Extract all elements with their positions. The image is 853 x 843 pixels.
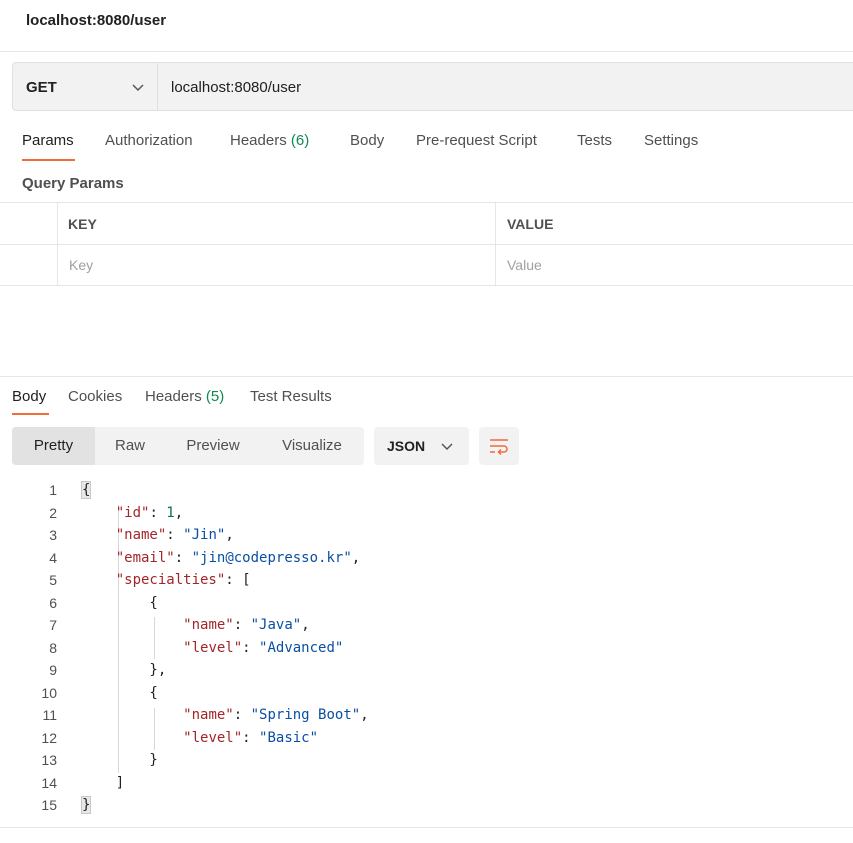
chevron-down-icon — [132, 84, 144, 91]
code-line: 11 "name": "Spring Boot", — [0, 705, 853, 728]
tab-response-headers[interactable]: Headers (5) — [145, 388, 224, 405]
line-number: 1 — [49, 482, 57, 498]
code-line: 5 "specialties": [ — [0, 570, 853, 593]
url-bar: GET localhost:8080/user — [12, 62, 853, 111]
response-divider — [0, 376, 853, 377]
format-select[interactable]: JSON — [374, 427, 469, 465]
column-header-value: VALUE — [507, 216, 554, 232]
tab-headers[interactable]: Headers (6) — [230, 132, 309, 149]
code-line: 7 "name": "Java", — [0, 615, 853, 638]
tab-settings[interactable]: Settings — [644, 132, 698, 149]
tab-params[interactable]: Params — [22, 132, 74, 149]
tab-label: Authorization — [105, 132, 193, 149]
json-specialty-name: Spring Boot — [259, 707, 352, 723]
method-label: GET — [26, 79, 57, 96]
code-line: 13 } — [0, 750, 853, 773]
code-line: 6 { — [0, 593, 853, 616]
line-number: 11 — [42, 707, 57, 723]
line-number: 14 — [41, 774, 57, 791]
code-line: 9 }, — [0, 660, 853, 683]
code-line: 14 ] — [0, 773, 853, 796]
tab-body[interactable]: Body — [350, 132, 384, 149]
wrap-lines-icon — [490, 439, 508, 456]
view-pretty-button[interactable]: Pretty — [12, 427, 95, 465]
code-line: 3 "name": "Jin", — [0, 525, 853, 548]
bottom-divider — [0, 827, 853, 828]
view-mode-group: Pretty Raw Preview Visualize — [12, 427, 364, 465]
json-specialty-level: Advanced — [267, 639, 335, 656]
table-header-row — [0, 203, 853, 245]
view-preview-button[interactable]: Preview — [172, 427, 254, 465]
chevron-down-icon — [441, 443, 453, 450]
request-title: localhost:8080/user — [26, 12, 167, 29]
code-line: 12 "level": "Basic" — [0, 728, 853, 751]
tab-pre-request-script[interactable]: Pre-request Script — [416, 132, 537, 149]
view-raw-button[interactable]: Raw — [104, 427, 156, 465]
tab-label: Headers — [230, 132, 287, 149]
tab-label: Pre-request Script — [416, 132, 537, 149]
format-label: JSON — [387, 438, 426, 454]
code-line: 1{ — [0, 480, 853, 503]
code-line: 4 "email": "jin@codepresso.kr", — [0, 548, 853, 571]
column-header-key: KEY — [68, 216, 97, 232]
line-number: 2 — [49, 504, 57, 521]
tab-tests[interactable]: Tests — [577, 132, 612, 149]
response-tab-underline — [12, 413, 49, 415]
tab-label: Headers — [145, 388, 202, 405]
key-input[interactable]: Key — [69, 257, 93, 273]
header-divider — [0, 51, 853, 52]
json-specialty-name: Java — [259, 617, 293, 633]
line-number: 10 — [41, 684, 57, 701]
tab-response-body[interactable]: Body — [12, 388, 46, 405]
tab-authorization[interactable]: Authorization — [105, 132, 193, 149]
code-line: 8 "level": "Advanced" — [0, 638, 853, 661]
json-name-value: Jin — [191, 527, 217, 543]
line-number: 4 — [49, 549, 57, 566]
line-number: 7 — [49, 617, 57, 633]
tab-label: Body — [350, 132, 385, 149]
tab-label: Settings — [644, 132, 699, 149]
response-code: 1{ 2 "id": 1, 3 "name": "Jin", 4 "email"… — [0, 480, 853, 818]
code-line: 2 "id": 1, — [0, 503, 853, 526]
line-number: 9 — [49, 662, 57, 678]
column-divider — [57, 203, 58, 285]
line-number: 3 — [49, 527, 57, 543]
tab-label: Tests — [577, 132, 613, 149]
json-email-value: jin@codepresso.kr — [200, 549, 344, 566]
json-specialty-level: Basic — [267, 729, 310, 746]
response-headers-count: (5) — [205, 388, 225, 405]
line-number: 12 — [41, 729, 57, 746]
json-id-value: 1 — [166, 504, 175, 521]
line-number: 6 — [49, 594, 57, 611]
line-number: 5 — [49, 572, 57, 588]
view-visualize-button[interactable]: Visualize — [268, 427, 356, 465]
line-number: 8 — [49, 639, 57, 656]
method-select[interactable]: GET — [13, 63, 158, 110]
query-params-title: Query Params — [22, 175, 124, 192]
headers-count: (6) — [290, 132, 310, 149]
value-input[interactable]: Value — [507, 257, 542, 273]
code-line: 15} — [0, 795, 853, 818]
line-number: 13 — [41, 752, 57, 768]
tab-test-results[interactable]: Test Results — [250, 388, 332, 405]
wrap-lines-button[interactable] — [479, 427, 519, 465]
tab-cookies[interactable]: Cookies — [68, 388, 122, 405]
line-number: 15 — [41, 797, 57, 813]
code-line: 10 { — [0, 683, 853, 706]
tab-label: Params — [22, 132, 74, 149]
column-divider — [495, 203, 496, 285]
url-input[interactable]: localhost:8080/user — [171, 79, 301, 96]
query-params-table: KEY VALUE Key Value — [0, 202, 853, 286]
active-tab-underline — [22, 159, 75, 161]
